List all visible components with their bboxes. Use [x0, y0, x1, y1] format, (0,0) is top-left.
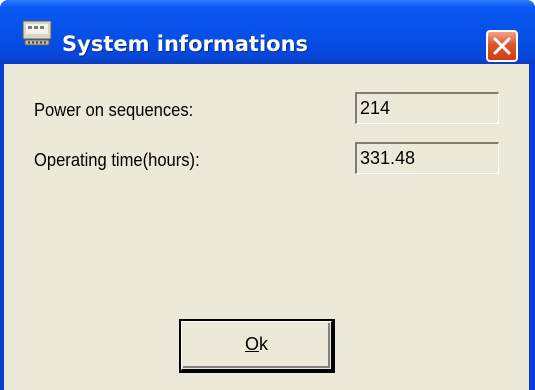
- ok-button-label: Ok: [182, 334, 331, 355]
- ok-mnemonic: O: [244, 334, 259, 354]
- ok-label-rest: k: [259, 334, 268, 354]
- ok-button[interactable]: Ok: [179, 319, 335, 373]
- power-on-sequences-label: Power on sequences:: [34, 100, 194, 120]
- computer-icon: [22, 20, 52, 46]
- operating-time-value: 331.48: [355, 142, 499, 174]
- power-on-sequences-value: 214: [355, 92, 499, 124]
- dialog-body: Power on sequences: 214 Operating time(h…: [4, 64, 529, 390]
- close-button[interactable]: [486, 30, 518, 62]
- window-title: System informations: [62, 32, 309, 56]
- dialog-window: System informations Power on sequences: …: [0, 0, 535, 390]
- operating-time-label: Operating time(hours):: [34, 150, 200, 170]
- title-bar[interactable]: System informations: [0, 0, 535, 64]
